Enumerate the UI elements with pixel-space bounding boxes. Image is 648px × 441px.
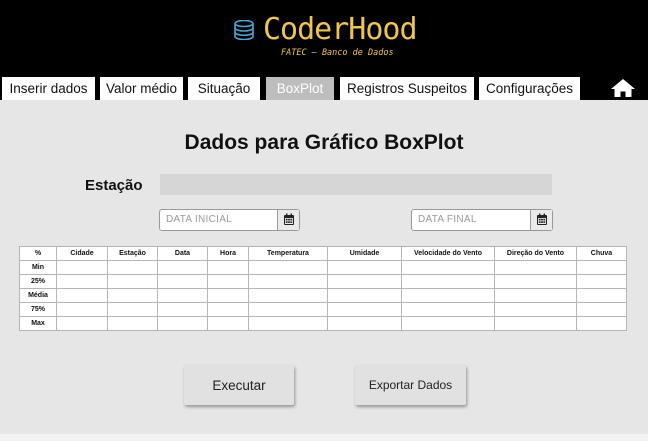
column-header: Temperatura xyxy=(248,246,328,261)
column-header: Umidade xyxy=(327,246,402,261)
table-cell xyxy=(327,260,402,275)
column-header: Direção do Vento xyxy=(494,246,577,261)
home-icon[interactable] xyxy=(610,78,636,98)
table-cell xyxy=(401,274,495,289)
table-cell xyxy=(494,260,577,275)
table-cell xyxy=(56,288,108,303)
table-cell xyxy=(248,302,328,317)
column-header: % xyxy=(19,246,57,261)
table-cell xyxy=(327,302,402,317)
page-title: Dados para Gráfico BoxPlot xyxy=(184,131,464,154)
table-row: Max xyxy=(19,316,627,331)
brand-subtitle: FATEC – Banco de Dados xyxy=(281,48,394,58)
table-cell xyxy=(207,274,249,289)
table-cell xyxy=(401,302,495,317)
calendar-icon[interactable] xyxy=(277,210,299,230)
row-label: Min xyxy=(19,260,57,275)
row-label: 25% xyxy=(19,274,57,289)
table-row: 75% xyxy=(19,302,627,317)
tab-valor-medio[interactable]: Valor médio xyxy=(98,75,185,100)
table-cell xyxy=(56,302,108,317)
date-start-placeholder: DATA INICIAL xyxy=(166,214,233,225)
calendar-icon[interactable] xyxy=(530,210,552,230)
date-end-field[interactable]: DATA FINAL xyxy=(411,209,553,231)
date-start-field[interactable]: DATA INICIAL xyxy=(159,209,300,231)
tab-inserir-dados[interactable]: Inserir dados xyxy=(0,75,97,100)
tab-registros-suspeitos[interactable]: Registros Suspeitos xyxy=(338,75,476,100)
row-label: Max xyxy=(19,316,57,331)
table-cell xyxy=(327,316,402,331)
date-end-placeholder: DATA FINAL xyxy=(418,214,477,225)
table-header-row: % Cidade Estação Data Hora Temperatura U… xyxy=(19,246,627,261)
column-header: Cidade xyxy=(56,246,108,261)
table-cell xyxy=(157,274,208,289)
table-cell xyxy=(576,316,627,331)
table-cell xyxy=(157,260,208,275)
table-cell xyxy=(107,316,158,331)
table-cell xyxy=(157,302,208,317)
database-icon xyxy=(234,20,254,40)
table-cell xyxy=(248,316,328,331)
table-cell xyxy=(494,288,577,303)
table-cell xyxy=(494,302,577,317)
column-header: Chuva xyxy=(576,246,627,261)
table-cell xyxy=(248,288,328,303)
table-cell xyxy=(157,316,208,331)
column-header: Velocidade do Vento xyxy=(401,246,495,261)
column-header: Hora xyxy=(207,246,249,261)
table-cell xyxy=(248,260,328,275)
table-cell xyxy=(327,288,402,303)
table-row: Média xyxy=(19,288,627,303)
column-header: Data xyxy=(157,246,208,261)
estacao-label: Estação xyxy=(85,177,143,194)
brand-title: CoderHood xyxy=(263,12,418,47)
tab-situacao[interactable]: Situação xyxy=(186,75,262,100)
table-cell xyxy=(107,274,158,289)
table-cell xyxy=(576,302,627,317)
table-cell xyxy=(248,274,328,289)
tab-boxplot[interactable]: BoxPlot xyxy=(264,75,336,100)
table-cell xyxy=(576,260,627,275)
table-cell xyxy=(207,302,249,317)
table-cell xyxy=(207,260,249,275)
column-header: Estação xyxy=(107,246,158,261)
table-row: 25% xyxy=(19,274,627,289)
table-cell xyxy=(576,274,627,289)
table-cell xyxy=(157,288,208,303)
table-cell xyxy=(207,316,249,331)
table-cell xyxy=(327,274,402,289)
row-label: 75% xyxy=(19,302,57,317)
logo: CoderHood FATEC – Banco de Dados xyxy=(233,12,423,62)
table-row: Min xyxy=(19,260,627,275)
tab-configuracoes[interactable]: Configurações xyxy=(477,75,582,100)
footer-strip xyxy=(0,434,648,441)
table-cell xyxy=(107,302,158,317)
table-cell xyxy=(401,288,495,303)
row-label: Média xyxy=(19,288,57,303)
table-cell xyxy=(401,260,495,275)
boxplot-data-table: % Cidade Estação Data Hora Temperatura U… xyxy=(19,246,627,331)
table-cell xyxy=(107,260,158,275)
table-cell xyxy=(494,274,577,289)
table-cell xyxy=(401,316,495,331)
table-cell xyxy=(107,288,158,303)
table-cell xyxy=(207,288,249,303)
table-cell xyxy=(576,288,627,303)
table-cell xyxy=(56,316,108,331)
export-data-button[interactable]: Exportar Dados xyxy=(355,365,466,405)
table-cell xyxy=(494,316,577,331)
estacao-select[interactable] xyxy=(160,174,552,195)
execute-button[interactable]: Executar xyxy=(184,365,294,405)
table-cell xyxy=(56,274,108,289)
table-cell xyxy=(56,260,108,275)
app-header: CoderHood FATEC – Banco de Dados Inserir… xyxy=(0,0,648,100)
